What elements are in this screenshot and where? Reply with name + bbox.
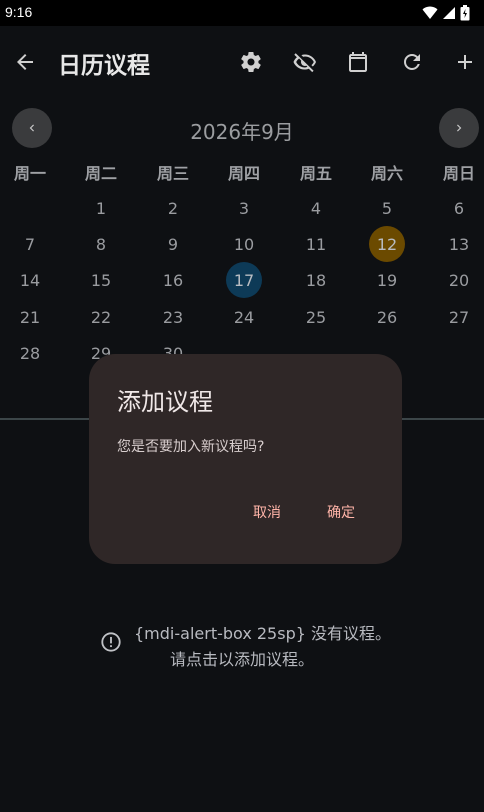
- empty-state: {mdi-alert-box 25sp} 没有议程。 请点击以添加议程。: [0, 618, 484, 670]
- calendar-day[interactable]: 7: [12, 226, 48, 262]
- calendar-day[interactable]: 15: [83, 262, 119, 298]
- wifi-icon: [422, 6, 438, 19]
- weekday-label: 周四: [227, 164, 260, 183]
- calendar-day[interactable]: 14: [12, 262, 48, 298]
- calendar-day[interactable]: 27: [441, 299, 477, 335]
- weekday-label: 周六: [370, 164, 403, 183]
- calendar-day[interactable]: 28: [12, 335, 48, 371]
- calendar-day[interactable]: 18: [298, 262, 334, 298]
- weekday-header: 周一 周二 周三 周四 周五 周六 周日: [0, 160, 484, 184]
- settings-icon[interactable]: [239, 50, 263, 74]
- calendar-icon[interactable]: [346, 50, 370, 74]
- calendar-day[interactable]: 6: [441, 190, 477, 226]
- calendar-day[interactable]: 19: [369, 262, 405, 298]
- calendar-day[interactable]: 3: [226, 190, 262, 226]
- signal-icon: [443, 7, 455, 19]
- empty-message-line1: {mdi-alert-box 25sp} 没有议程。: [134, 624, 391, 643]
- calendar-day[interactable]: 16: [155, 262, 191, 298]
- add-icon[interactable]: [453, 50, 477, 74]
- month-title: 2026年9月: [190, 120, 294, 144]
- calendar-day[interactable]: 23: [155, 299, 191, 335]
- calendar-day[interactable]: 8: [83, 226, 119, 262]
- status-bar: 9:16: [0, 0, 484, 26]
- calendar-day[interactable]: 13: [441, 226, 477, 262]
- calendar-day[interactable]: 2: [155, 190, 191, 226]
- calendar-day[interactable]: 5: [369, 190, 405, 226]
- next-month-button[interactable]: [439, 108, 479, 148]
- calendar-day[interactable]: 21: [12, 299, 48, 335]
- weekday-label: 周一: [13, 164, 46, 183]
- battery-icon: [460, 5, 470, 21]
- back-arrow-icon[interactable]: [13, 50, 37, 74]
- calendar-day[interactable]: 25: [298, 299, 334, 335]
- calendar-day-today[interactable]: 17: [226, 262, 262, 298]
- empty-message-line2: 请点击以添加议程。: [169, 650, 314, 669]
- calendar-day-selected[interactable]: 12: [369, 226, 405, 262]
- calendar-day[interactable]: 20: [441, 262, 477, 298]
- weekday-label: 周三: [156, 164, 189, 183]
- dialog-message: 您是否要加入新议程吗?: [117, 439, 265, 455]
- weekday-label: 周日: [442, 164, 475, 183]
- chevron-right-icon: [457, 124, 462, 132]
- calendar-day[interactable]: 26: [369, 299, 405, 335]
- cancel-button[interactable]: 取消: [249, 500, 285, 524]
- dialog-title: 添加议程: [117, 388, 213, 416]
- calendar-day[interactable]: 1: [83, 190, 119, 226]
- status-icons: [422, 5, 470, 21]
- refresh-icon[interactable]: [400, 50, 424, 74]
- calendar-day[interactable]: 4: [298, 190, 334, 226]
- status-time: 9:16: [5, 4, 33, 20]
- confirm-button[interactable]: 确定: [323, 500, 359, 524]
- app-bar: 日历议程: [0, 26, 484, 98]
- calendar-day[interactable]: 22: [83, 299, 119, 335]
- visibility-off-icon[interactable]: [292, 50, 318, 74]
- calendar-day[interactable]: 10: [226, 226, 262, 262]
- weekday-label: 周二: [84, 164, 117, 183]
- calendar-day[interactable]: 9: [155, 226, 191, 262]
- calendar-day[interactable]: 11: [298, 226, 334, 262]
- page-title: 日历议程: [58, 53, 150, 79]
- weekday-label: 周五: [299, 164, 332, 183]
- add-agenda-dialog: 添加议程 您是否要加入新议程吗? 取消 确定: [89, 354, 402, 564]
- calendar-day[interactable]: 24: [226, 299, 262, 335]
